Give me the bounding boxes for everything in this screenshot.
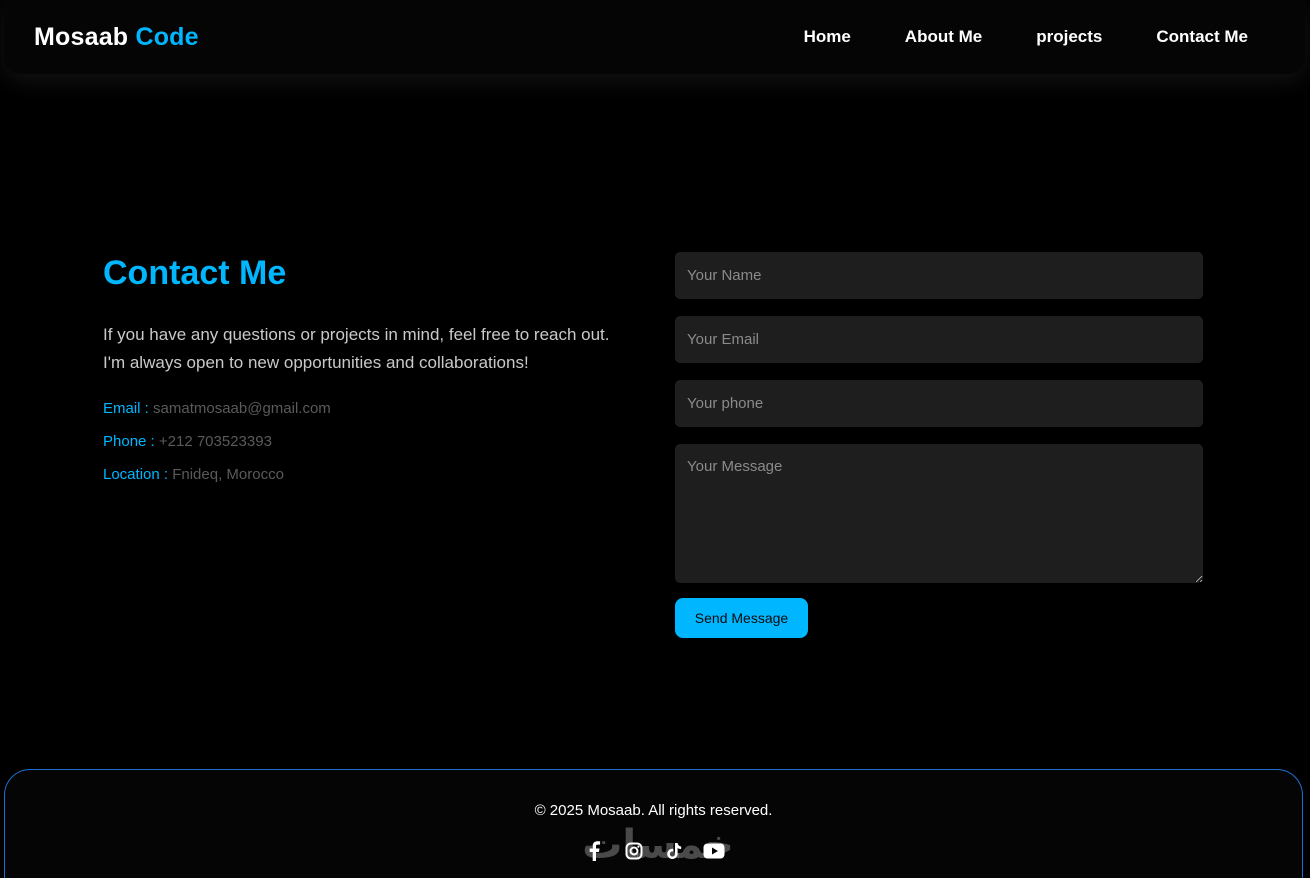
nav-home[interactable]: Home [804,27,851,47]
phone-row: Phone : +212 703523393 [103,432,623,451]
copyright: © 2025 Mosaab. All rights reserved. [534,802,773,819]
contact-title: Contact Me [103,254,287,292]
email-value: samatmosaab@gmail.com [153,400,331,417]
logo-primary: Mosaab [34,22,129,51]
nav-contact-me[interactable]: Contact Me [1156,27,1248,47]
nav-projects[interactable]: projects [1036,27,1102,47]
social-links [5,840,1302,862]
contact-description: If you have any questions or projects in… [103,325,610,372]
youtube-icon[interactable] [702,840,726,862]
phone-value: +212 703523393 [158,433,272,450]
page: Mosaab Code Home About Me projects Conta… [0,0,1310,878]
main-nav: Home About Me projects Contact Me [804,27,1248,47]
location-label: Location : [103,466,169,483]
tiktok-icon[interactable] [662,840,686,862]
location-value: Fnideq, Morocco [172,466,284,483]
message-textarea[interactable] [675,444,1203,583]
contact-form: Send Message [675,252,1203,638]
contact-info: Contact Me If you have any questions or … [103,254,623,498]
instagram-icon[interactable] [622,840,646,862]
phone-input[interactable] [675,380,1203,427]
nav-about-me[interactable]: About Me [905,27,982,47]
footer: © 2025 Mosaab. All rights reserved. خمسا… [4,769,1303,878]
location-row: Location : Fnideq, Morocco [103,465,623,484]
email-row: Email : samatmosaab@gmail.com [103,399,623,418]
send-message-button[interactable]: Send Message [675,598,808,638]
email-label: Email : [103,400,149,417]
navbar: Mosaab Code Home About Me projects Conta… [4,0,1305,74]
phone-label: Phone : [103,433,155,450]
email-input[interactable] [675,316,1203,363]
logo-accent: Code [135,22,199,51]
name-input[interactable] [675,252,1203,299]
facebook-icon[interactable] [582,840,606,862]
logo[interactable]: Mosaab Code [34,23,199,52]
